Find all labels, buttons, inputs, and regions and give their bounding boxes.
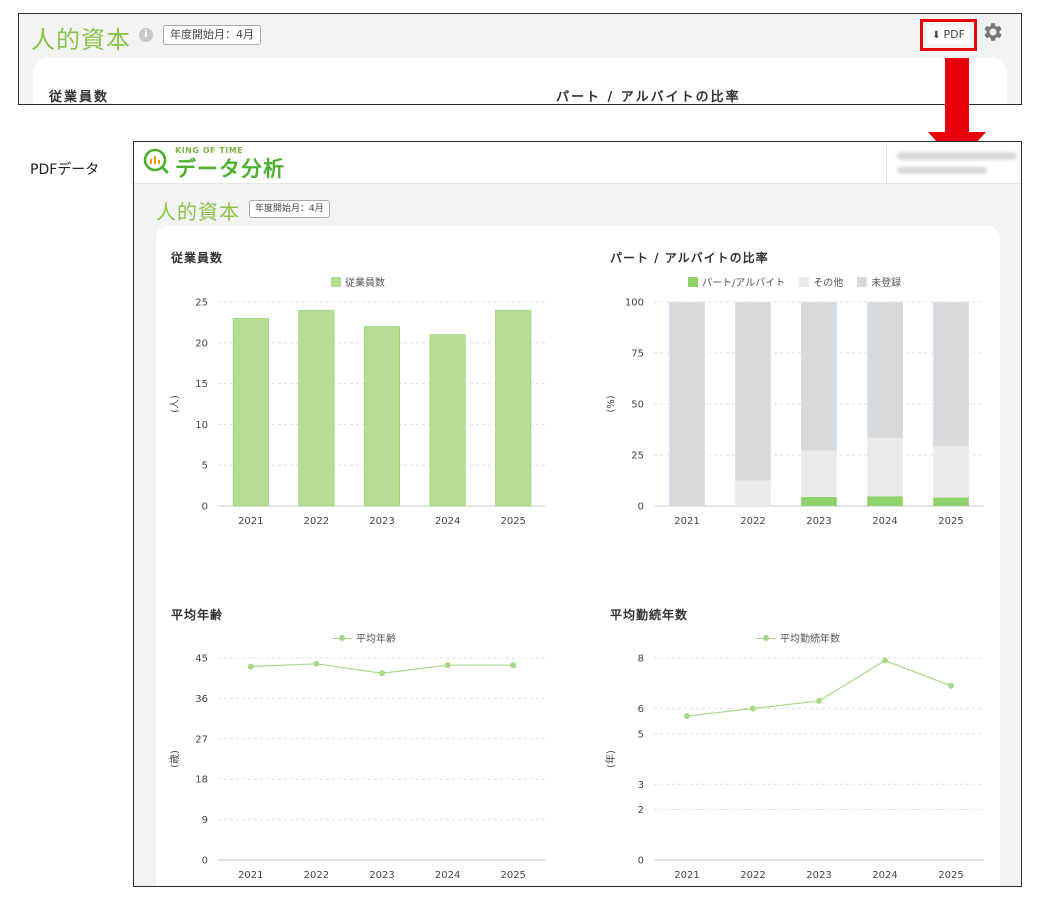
data-point xyxy=(444,662,451,669)
x-tick-label: 2021 xyxy=(238,870,263,881)
y-tick-label: 0 xyxy=(202,856,208,867)
pdf-fiscal-start-badge: 年度開始月：4月 xyxy=(249,200,330,218)
x-tick-label: 2022 xyxy=(304,870,329,881)
x-tick-label: 2024 xyxy=(435,870,460,881)
logo-icon xyxy=(143,148,169,174)
y-tick-label: 45 xyxy=(195,654,208,665)
series-line xyxy=(686,659,952,717)
y-tick-label: 2 xyxy=(638,805,644,816)
data-point xyxy=(816,697,822,704)
y-tick-label: 27 xyxy=(195,734,208,745)
pdf-page-title: 人的資本 xyxy=(156,200,240,224)
x-tick-label: 2024 xyxy=(872,870,897,881)
charts-card: 従業員数 従業員数 0 5 10 15 20 25 (人) 2021 2022 2023 2024 2… xyxy=(156,226,1000,886)
card-heading-employees: 従業員数 xyxy=(49,90,110,105)
x-tick-label: 2022 xyxy=(740,870,765,881)
pdf-button-highlight: ⬇ PDF xyxy=(920,19,977,51)
top-screenshot: 人的資本 i 年度開始月：4月 従業員数 パート / アルバイトの比率 ⬇ PDF xyxy=(18,13,1022,105)
y-tick-label: 6 xyxy=(638,704,644,715)
download-icon: ⬇ xyxy=(932,30,941,41)
info-icon[interactable]: i xyxy=(139,28,153,42)
gear-icon[interactable] xyxy=(980,20,1004,44)
pdf-download-button[interactable]: ⬇ PDF xyxy=(927,26,970,44)
data-point xyxy=(948,682,954,689)
pdf-button-label: PDF xyxy=(943,28,965,41)
x-tick-label: 2025 xyxy=(938,870,963,881)
y-tick-label: 5 xyxy=(638,729,644,740)
user-info-blurred xyxy=(886,142,1021,184)
data-point xyxy=(510,662,517,669)
data-point xyxy=(684,713,690,720)
summary-card: 従業員数 パート / アルバイトの比率 xyxy=(33,58,1007,105)
data-point xyxy=(750,705,756,712)
y-tick-label: 36 xyxy=(195,694,208,705)
y-tick-label: 9 xyxy=(202,815,208,826)
data-point xyxy=(247,663,254,670)
y-tick-label: 8 xyxy=(638,654,644,665)
y-axis-label: (歳) xyxy=(169,750,181,768)
data-point xyxy=(313,660,320,667)
data-point xyxy=(379,670,385,677)
y-tick-label: 18 xyxy=(195,775,208,786)
avg-age-line-chart: 0 9 18 27 36 45 (歳) 2021 2022 2023 2024 2025 xyxy=(169,654,546,881)
x-tick-label: 2023 xyxy=(806,870,831,881)
avg-tenure-line-chart: 0 2 3 5 6 8 (年) 2021 2022 2023 2024 2025 xyxy=(604,654,984,881)
logo-title: データ分析 xyxy=(175,157,285,181)
fiscal-start-badge: 年度開始月：4月 xyxy=(163,25,261,45)
data-point xyxy=(882,657,888,664)
x-tick-label: 2025 xyxy=(500,870,525,881)
y-tick-label: 3 xyxy=(638,780,644,791)
x-tick-label: 2023 xyxy=(369,870,394,881)
pdf-header: KING OF TIME データ分析 xyxy=(134,142,1021,184)
page-title: 人的資本 xyxy=(31,26,131,54)
x-tick-label: 2021 xyxy=(674,870,699,881)
pdf-preview: KING OF TIME データ分析 人的資本 年度開始月：4月 従業員数 従業… xyxy=(133,141,1022,887)
card-heading-part-ratio: パート / アルバイトの比率 xyxy=(556,90,741,105)
pdf-data-label: PDFデータ xyxy=(30,162,100,178)
y-tick-label: 0 xyxy=(638,856,644,867)
y-axis-label: (年) xyxy=(604,750,617,768)
